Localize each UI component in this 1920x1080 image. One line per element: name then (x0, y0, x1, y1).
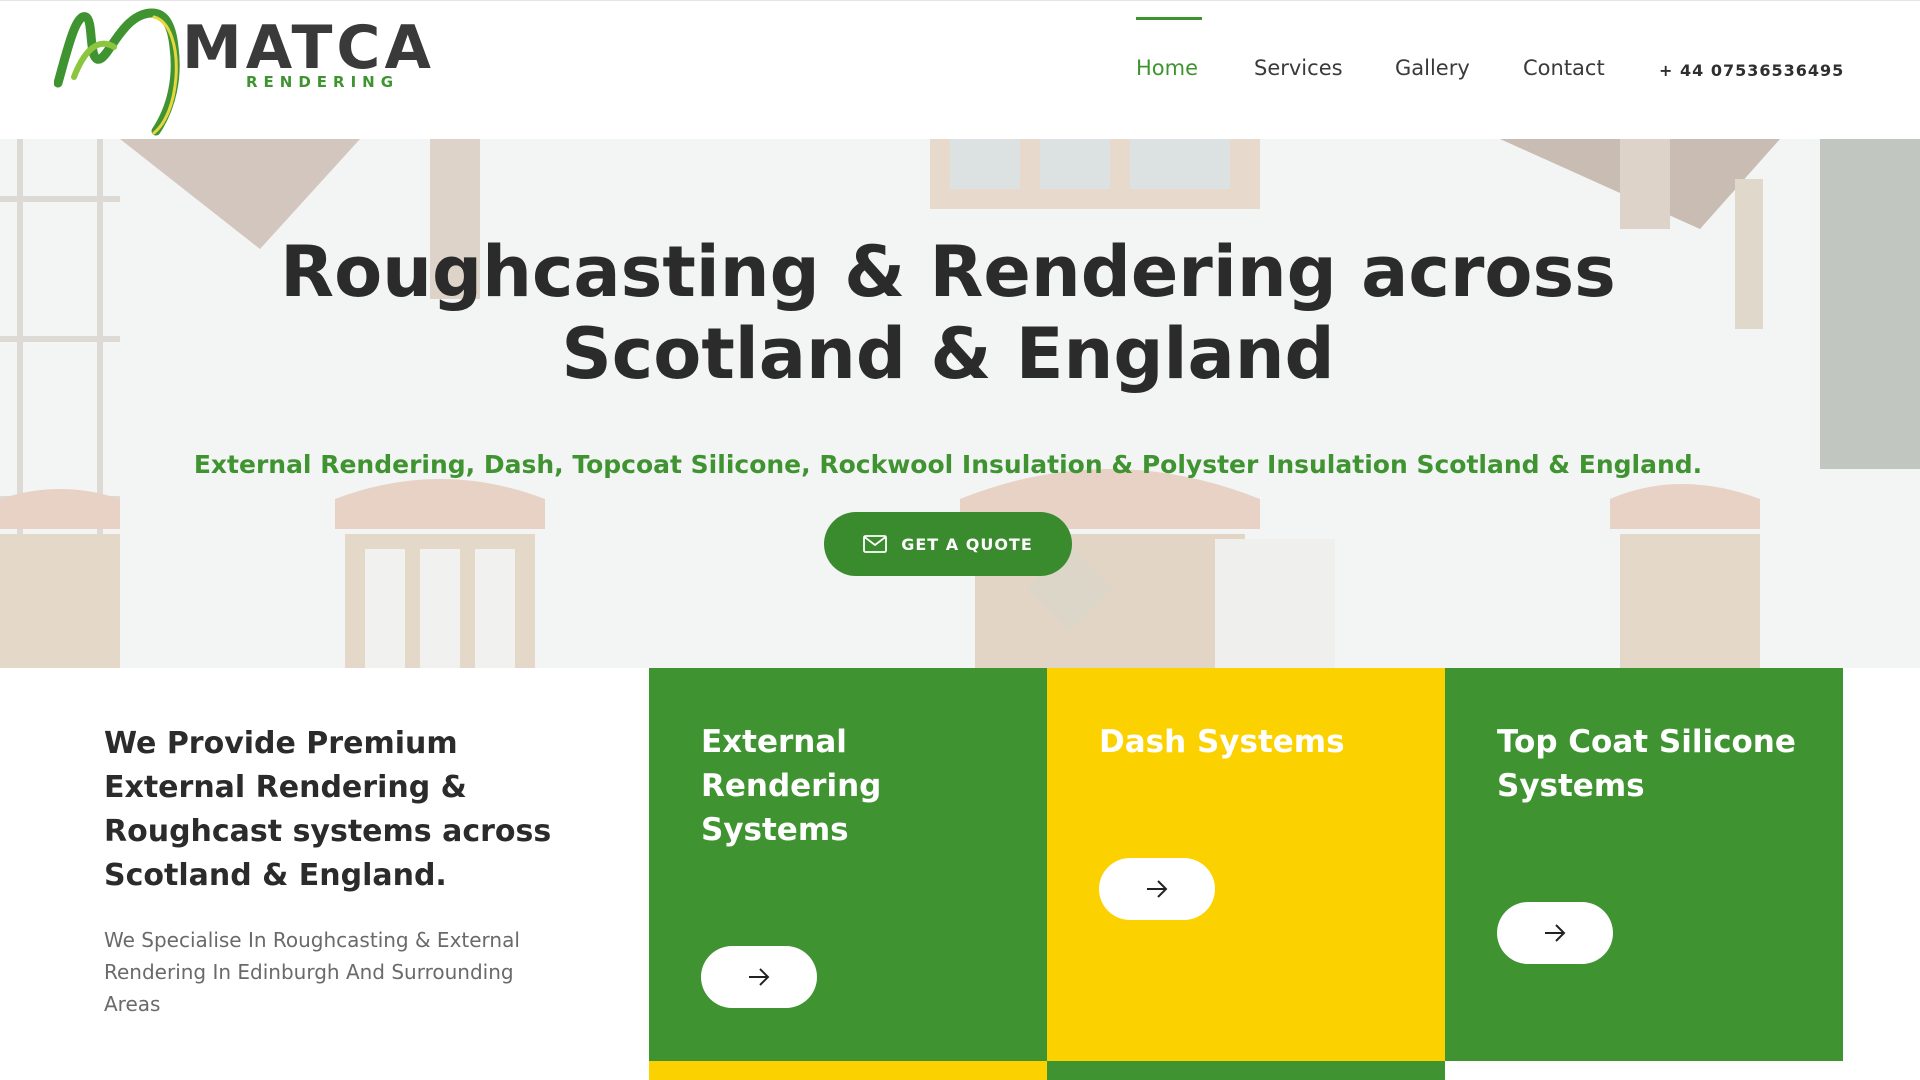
nav-item-gallery[interactable]: Gallery (1395, 56, 1470, 80)
site-header: MATCA RENDERING Home Services Gallery Co… (0, 0, 1920, 139)
hero-title-line-2: Scotland & England (561, 313, 1335, 395)
hero-section: Roughcasting & Rendering across Scotland… (0, 139, 1920, 668)
service-card-title: Top Coat Silicone Systems (1497, 724, 1796, 804)
nav-item-home[interactable]: Home (1136, 56, 1198, 80)
arrow-right-icon (1545, 924, 1566, 942)
get-a-quote-button[interactable]: GET A QUOTE (824, 512, 1072, 576)
envelope-icon (863, 535, 888, 553)
intro-heading: We Provide Premium External Rendering & … (104, 726, 552, 893)
nav-item-services[interactable]: Services (1254, 56, 1343, 80)
get-a-quote-label: GET A QUOTE (901, 534, 1033, 554)
service-card-external-rendering[interactable]: External Rendering Systems (649, 668, 1047, 1061)
dash-systems-arrow-button[interactable] (1099, 858, 1215, 920)
top-coat-silicone-arrow-button[interactable] (1497, 902, 1613, 964)
intro-text: We Specialise In Roughcasting & External… (104, 928, 520, 1016)
service-card-dash-systems[interactable]: Dash Systems (1047, 668, 1445, 1061)
hero-subtitle: External Rendering, Dash, Topcoat Silico… (193, 450, 1703, 479)
next-row-card-strip-green (1047, 1061, 1445, 1080)
arrow-right-icon (749, 968, 770, 986)
nav-active-indicator (1136, 17, 1202, 20)
nav-phone-link[interactable]: + 44 07536536495 (1659, 61, 1844, 80)
hero-title-line-1: Roughcasting & Rendering across (280, 231, 1616, 313)
external-rendering-arrow-button[interactable] (701, 946, 817, 1008)
hero-title: Roughcasting & Rendering across Scotland… (0, 231, 1896, 395)
main-nav: Home Services Gallery Contact + 44 07536… (0, 1, 1920, 140)
service-card-title: External Rendering Systems (701, 724, 882, 848)
service-card-top-coat-silicone[interactable]: Top Coat Silicone Systems (1445, 668, 1843, 1061)
nav-item-contact[interactable]: Contact (1523, 56, 1605, 80)
hero-overlay (0, 139, 1920, 668)
arrow-right-icon (1147, 880, 1168, 898)
service-card-title: Dash Systems (1099, 724, 1345, 760)
next-row-card-strip-yellow (649, 1061, 1047, 1080)
